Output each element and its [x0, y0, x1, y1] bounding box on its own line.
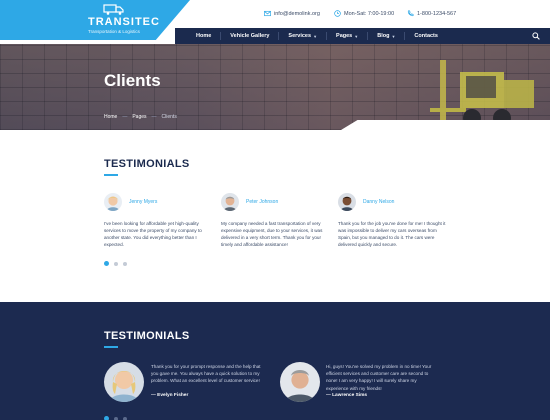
search-icon[interactable] [532, 32, 540, 40]
carousel-dot[interactable] [114, 416, 118, 420]
testimonials-dark-section: TESTIMONIALS Thank you for your prompt r… [0, 302, 550, 420]
contact-phone[interactable]: 1-800-1234-567 [407, 10, 456, 17]
breadcrumb-separator: — [151, 114, 157, 120]
forklift-image [430, 60, 534, 127]
breadcrumb-pages[interactable]: Pages [132, 114, 146, 120]
section-title: TESTIMONIALS [104, 330, 190, 342]
breadcrumb-current: Clients [161, 114, 177, 120]
carousel-pagination [104, 416, 127, 420]
avatar [338, 193, 356, 211]
contact-email-text: info@demolink.org [274, 10, 320, 17]
avatar [104, 193, 122, 211]
avatar [280, 362, 320, 402]
testimonial-text: Thank you for your prompt response and t… [151, 364, 261, 384]
carousel-dot[interactable] [123, 261, 127, 266]
contact-email[interactable]: info@demolink.org [264, 10, 320, 17]
logo[interactable]: TRANSITEC Transportation & Logistics [0, 0, 190, 40]
phone-icon [407, 10, 414, 17]
chevron-down-icon: ▼ [354, 33, 359, 39]
nav-vehicle-gallery[interactable]: Vehicle Gallery [221, 28, 278, 44]
top-bar: TRANSITEC Transportation & Logistics inf… [0, 0, 550, 40]
title-underline [104, 174, 118, 176]
chevron-down-icon: ▼ [313, 33, 318, 39]
nav-contacts-label: Contacts [414, 33, 438, 39]
brand-name: TRANSITEC [88, 16, 160, 28]
chevron-down-icon: ▼ [391, 33, 396, 39]
contact-phone-text: 1-800-1234-567 [417, 10, 457, 17]
testimonial-author: — Evelyn Fisher [151, 393, 189, 398]
truck-icon [103, 4, 124, 15]
testimonial-text: Thank you for the job you've done for me… [338, 221, 446, 247]
page-hero: Clients Home — Pages — Clients [0, 44, 550, 130]
testimonial-author[interactable]: Peter Johnson [246, 199, 278, 205]
nav-pages-label: Pages [336, 33, 353, 39]
section-title: TESTIMONIALS [104, 158, 190, 170]
nav-vehicle-gallery-label: Vehicle Gallery [230, 33, 270, 39]
avatar [221, 193, 239, 211]
clock-icon [334, 10, 341, 17]
testimonial-text: My company needed a fast transportation … [221, 221, 323, 247]
carousel-dot[interactable] [104, 416, 109, 420]
testimonial-author: — Lawrence Sims [326, 393, 368, 398]
title-underline [104, 346, 118, 348]
breadcrumb-separator: — [122, 114, 128, 120]
testimonial-text: Hi, guys! You've solved my problem in no… [326, 364, 432, 391]
carousel-dot[interactable] [104, 261, 109, 266]
nav-services-label: Services [288, 33, 312, 39]
page-title: Clients [104, 71, 161, 90]
nav-blog-label: Blog [377, 33, 390, 39]
carousel-pagination [104, 261, 127, 266]
mail-icon [264, 10, 271, 17]
nav-contacts[interactable]: Contacts [405, 28, 447, 44]
nav-services[interactable]: Services ▼ [279, 28, 326, 44]
nav-home[interactable]: Home [187, 28, 220, 44]
breadcrumb: Home — Pages — Clients [104, 114, 177, 120]
nav-pages[interactable]: Pages ▼ [327, 28, 367, 44]
testimonial-text: I've been looking for affordable yet hig… [104, 221, 202, 247]
testimonial-author[interactable]: Jenny Myers [129, 199, 157, 205]
carousel-dot[interactable] [114, 261, 118, 266]
nav-home-label: Home [196, 33, 212, 39]
main-navigation: Home Vehicle Gallery Services ▼ Pages ▼ Bl… [175, 28, 550, 44]
contact-hours: Mon-Sat: 7:00-19:00 [334, 10, 394, 17]
breadcrumb-home[interactable]: Home [104, 114, 117, 120]
carousel-dot[interactable] [123, 416, 127, 420]
brand-tagline: Transportation & Logistics [88, 29, 140, 34]
testimonial-author[interactable]: Danny Nelson [363, 199, 394, 205]
avatar [104, 362, 144, 402]
nav-blog[interactable]: Blog ▼ [368, 28, 404, 44]
contact-hours-text: Mon-Sat: 7:00-19:00 [344, 10, 395, 17]
